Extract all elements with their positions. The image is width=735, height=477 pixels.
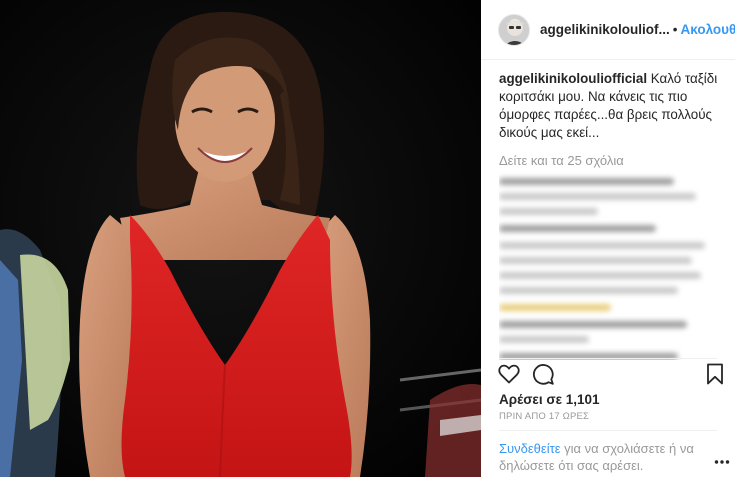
- login-link[interactable]: Συνδεθείτε: [499, 441, 561, 456]
- post-photo[interactable]: [0, 0, 481, 477]
- divider: [499, 430, 717, 431]
- blurred-comment-line: [499, 257, 692, 264]
- post-timestamp[interactable]: ΠΡΙΝ ΑΠΟ 17 ΩΡΕΣ: [499, 411, 589, 422]
- more-options-icon[interactable]: [714, 452, 730, 464]
- heart-icon[interactable]: [497, 362, 521, 386]
- comments-section: aggelikinikolouliofficial Καλό ταξίδι κο…: [499, 70, 723, 360]
- blurred-comment-line: [499, 242, 706, 249]
- blurred-comment-line: [499, 336, 589, 343]
- blurred-comment-line: [499, 321, 688, 328]
- blurred-comment-line: [499, 178, 674, 185]
- likes-count[interactable]: Αρέσει σε 1,101: [499, 392, 600, 407]
- blurred-comment-line: [499, 304, 611, 311]
- divider: [499, 358, 717, 359]
- photo-illustration: [0, 0, 481, 477]
- post-header: aggelikinikolouliof...•Ακολουθήστε: [481, 0, 735, 60]
- caption-username[interactable]: aggelikinikolouliofficial: [499, 71, 647, 86]
- blurred-comment-line: [499, 287, 679, 294]
- blurred-comments: [499, 178, 723, 360]
- view-all-comments-link[interactable]: Δείτε και τα 25 σχόλια: [499, 153, 723, 168]
- avatar[interactable]: [498, 13, 530, 46]
- post-sidebar: aggelikinikolouliof...•Ακολουθήστε aggel…: [481, 0, 735, 477]
- login-prompt: Συνδεθείτε για να σχολιάσετε ή να δηλώσε…: [499, 440, 699, 474]
- bookmark-icon[interactable]: [703, 362, 727, 386]
- post-actions: [497, 362, 727, 390]
- blurred-comment-line: [499, 225, 656, 232]
- instagram-post: aggelikinikolouliof...•Ακολουθήστε aggel…: [0, 0, 735, 477]
- post-caption: aggelikinikolouliofficial Καλό ταξίδι κο…: [499, 70, 723, 142]
- comment-icon[interactable]: [531, 362, 555, 386]
- follow-button[interactable]: Ακολουθήστε: [681, 22, 735, 37]
- blurred-comment-line: [499, 272, 701, 279]
- separator-dot: •: [672, 22, 678, 37]
- blurred-comment-line: [499, 208, 598, 215]
- header-username[interactable]: aggelikinikolouliof...: [540, 22, 670, 37]
- header-text: aggelikinikolouliof...•Ακολουθήστε: [540, 22, 735, 37]
- blurred-comment-line: [499, 193, 697, 200]
- avatar-image: [499, 14, 529, 45]
